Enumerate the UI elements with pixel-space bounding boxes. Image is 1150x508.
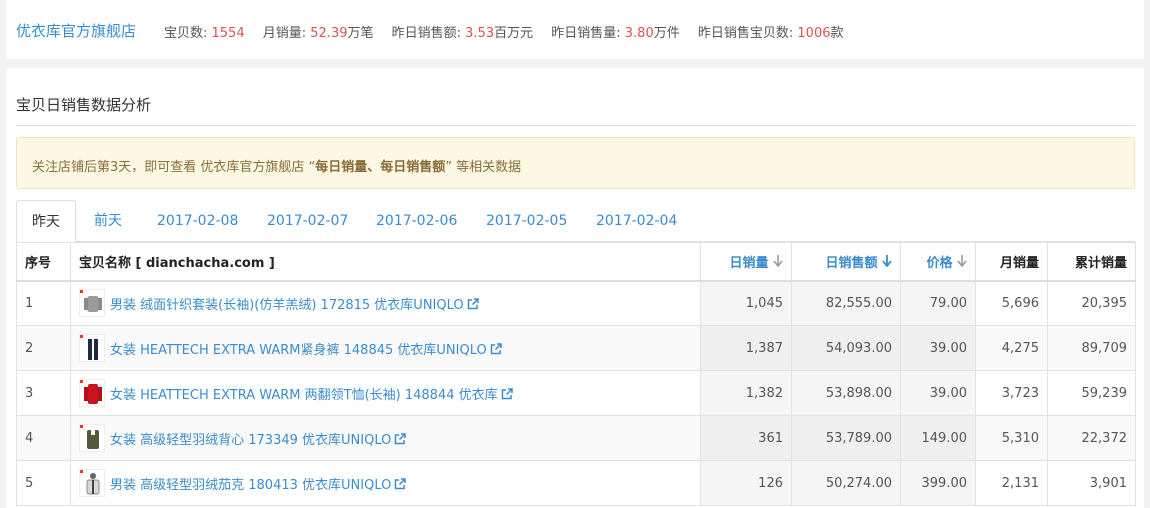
tab-2017-02-08[interactable]: 2017-02-08 — [157, 200, 238, 242]
cell-total: 22,372 — [1047, 415, 1136, 461]
tab-2017-02-07[interactable]: 2017-02-07 — [267, 200, 348, 242]
sort-daily-sales[interactable]: 日销售额 — [791, 242, 901, 282]
sort-desc-icon — [882, 254, 892, 268]
row-index: 3 — [16, 370, 71, 416]
divider — [16, 125, 1135, 126]
cell-daily-qty: 1,387 — [700, 325, 792, 371]
daily-sales-panel: 宝贝日销售数据分析 关注店铺后第3天，即可查看 优衣库官方旗舰店 “每日销量、每… — [6, 68, 1144, 508]
tab-yesterday[interactable]: 昨天 — [16, 200, 76, 243]
stat-item-count: 宝贝数: 1554 — [164, 26, 245, 41]
sort-price[interactable]: 价格 — [900, 242, 976, 282]
cell-price: 39.00 — [900, 325, 976, 371]
product-thumbnail[interactable] — [79, 334, 105, 362]
external-link-icon — [395, 477, 407, 489]
sort-daily-qty[interactable]: 日销量 — [700, 242, 792, 282]
col-name: 宝贝名称 [ dianchacha.com ] — [70, 242, 701, 282]
product-link[interactable]: 男装 绒面针织套装(长袖)(仿羊羔绒) 172815 优衣库UNIQLO — [110, 294, 479, 313]
col-monthly: 月销量 — [975, 242, 1048, 282]
table-header-row: 序号 宝贝名称 [ dianchacha.com ] 日销量 日销售额 价格 月… — [16, 242, 1136, 282]
cell-monthly: 5,696 — [975, 280, 1048, 326]
panel-title: 宝贝日销售数据分析 — [16, 96, 152, 114]
cell-price: 399.00 — [900, 460, 976, 506]
table-row: 4 女装 高级轻型羽绒背心 173349 优衣库UNIQLO 361 53,78… — [16, 415, 1136, 461]
cell-total: 3,901 — [1047, 460, 1136, 506]
table-row: 2 女装 HEATTECH EXTRA WARM紧身裤 148845 优衣库UN… — [16, 325, 1136, 371]
stat-yesterday-revenue: 昨日销售额: 3.53百万元 — [391, 26, 534, 41]
col-total: 累计销量 — [1047, 242, 1136, 282]
cell-daily-qty: 1,045 — [700, 280, 792, 326]
shop-summary-bar: 优衣库官方旗舰店 宝贝数: 1554 月销量: 52.39万笔 昨日销售额: 3… — [6, 0, 1144, 59]
shop-name-link[interactable]: 优衣库官方旗舰店 — [16, 20, 136, 41]
cell-total: 20,395 — [1047, 280, 1136, 326]
cell-daily-sales: 50,274.00 — [791, 460, 901, 506]
row-index: 2 — [16, 325, 71, 371]
sort-icon — [957, 254, 967, 268]
cell-price: 39.00 — [900, 370, 976, 416]
cell-daily-qty: 361 — [700, 415, 792, 461]
cell-daily-qty: 1,382 — [700, 370, 792, 416]
row-index: 1 — [16, 280, 71, 326]
cell-daily-qty: 126 — [700, 460, 792, 506]
cell-daily-sales: 53,898.00 — [791, 370, 901, 416]
date-tabs: 昨天 前天 2017-02-08 2017-02-07 2017-02-06 2… — [16, 200, 1135, 243]
cell-daily-sales: 82,555.00 — [791, 280, 901, 326]
tab-day-before[interactable]: 前天 — [94, 200, 122, 242]
col-index: 序号 — [16, 242, 71, 282]
stat-yesterday-quantity: 昨日销售量: 3.80万件 — [551, 26, 680, 41]
tab-2017-02-05[interactable]: 2017-02-05 — [486, 200, 567, 242]
cell-daily-sales: 54,093.00 — [791, 325, 901, 371]
product-link[interactable]: 女装 高级轻型羽绒背心 173349 优衣库UNIQLO — [110, 429, 407, 448]
product-thumbnail[interactable] — [79, 379, 105, 407]
cell-monthly: 5,310 — [975, 415, 1048, 461]
cell-price: 149.00 — [900, 415, 976, 461]
product-thumbnail[interactable] — [79, 424, 105, 452]
product-link[interactable]: 男装 高级轻型羽绒茄克 180413 优衣库UNIQLO — [110, 474, 407, 493]
sales-table: 序号 宝贝名称 [ dianchacha.com ] 日销量 日销售额 价格 月… — [16, 242, 1136, 506]
product-thumbnail[interactable] — [79, 469, 105, 497]
external-link-icon — [395, 432, 407, 444]
cell-total: 89,709 — [1047, 325, 1136, 371]
tab-2017-02-06[interactable]: 2017-02-06 — [376, 200, 457, 242]
external-link-icon — [467, 298, 479, 309]
stat-monthly-sales: 月销量: 52.39万笔 — [262, 26, 374, 41]
cell-monthly: 2,131 — [975, 460, 1048, 506]
row-index: 4 — [16, 415, 71, 461]
follow-notice: 关注店铺后第3天，即可查看 优衣库官方旗舰店 “每日销量、每日销售额” 等相关数… — [16, 137, 1135, 189]
sort-icon — [773, 254, 783, 268]
table-row: 1 男装 绒面针织套装(长袖)(仿羊羔绒) 172815 优衣库UNIQLO 1… — [16, 280, 1136, 326]
external-link-icon — [501, 387, 513, 399]
table-row: 3 女装 HEATTECH EXTRA WARM 两翻领T恤(长袖) 14884… — [16, 370, 1136, 416]
cell-monthly: 4,275 — [975, 325, 1048, 371]
tab-2017-02-04[interactable]: 2017-02-04 — [596, 200, 677, 242]
cell-daily-sales: 53,789.00 — [791, 415, 901, 461]
shop-stats: 宝贝数: 1554 月销量: 52.39万笔 昨日销售额: 3.53百万元 昨日… — [164, 22, 858, 41]
cell-price: 79.00 — [900, 280, 976, 326]
external-link-icon — [490, 342, 502, 354]
table-row: 5 男装 高级轻型羽绒茄克 180413 优衣库UNIQLO 126 50,27… — [16, 460, 1136, 506]
row-index: 5 — [16, 460, 71, 506]
cell-monthly: 3,723 — [975, 370, 1048, 416]
stat-yesterday-items: 昨日销售宝贝数: 1006款 — [697, 26, 844, 41]
product-link[interactable]: 女装 HEATTECH EXTRA WARM 两翻领T恤(长袖) 148844 … — [110, 384, 513, 403]
cell-total: 59,239 — [1047, 370, 1136, 416]
product-link[interactable]: 女装 HEATTECH EXTRA WARM紧身裤 148845 优衣库UNIQ… — [110, 339, 502, 358]
product-thumbnail[interactable] — [79, 289, 105, 318]
